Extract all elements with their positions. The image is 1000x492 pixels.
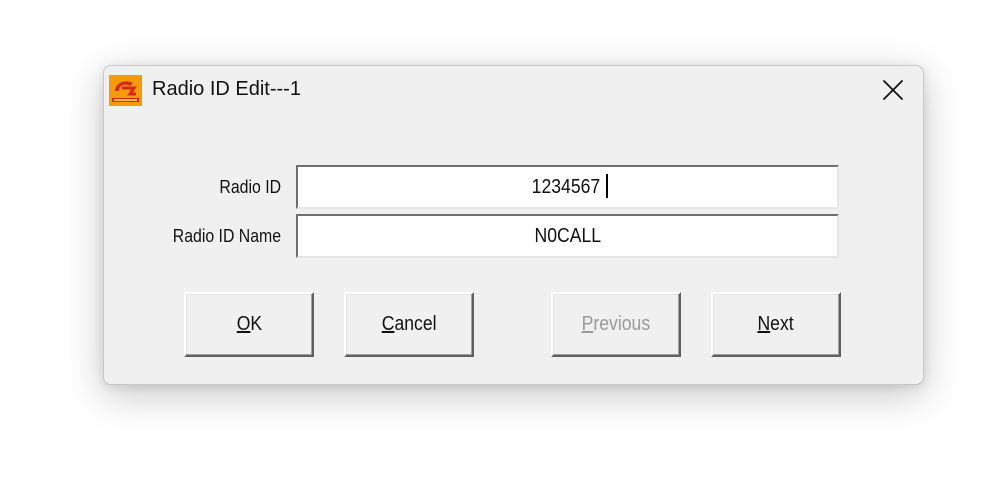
radio-id-label: Radio ID xyxy=(219,177,281,197)
next-label-rest: ext xyxy=(770,313,795,335)
next-mnemonic: N xyxy=(757,313,771,335)
close-button[interactable] xyxy=(865,66,923,116)
cancel-mnemonic: C xyxy=(381,313,395,335)
dialog-title: Radio ID Edit---1 xyxy=(152,78,301,100)
radio-id-name-label: Radio ID Name xyxy=(172,226,281,246)
radio-id-name-input[interactable]: N0CALL xyxy=(296,214,839,258)
previous-label-rest: revious xyxy=(593,313,651,335)
close-icon xyxy=(883,80,903,100)
title-bar[interactable]: Radio ID Edit---1 xyxy=(104,66,923,116)
cancel-button[interactable]: Cancel xyxy=(344,292,474,357)
text-caret xyxy=(605,174,608,199)
radio-id-value: 1234567 xyxy=(531,176,601,198)
radio-id-name-value: N0CALL xyxy=(534,225,601,247)
radio-id-input[interactable]: 1234567 xyxy=(296,165,839,209)
ok-mnemonic: O xyxy=(236,313,250,335)
app-logo-icon xyxy=(109,75,142,106)
radio-id-edit-dialog: Radio ID Edit---1 Radio ID 1234567 Radio… xyxy=(103,65,924,385)
ok-button[interactable]: OK xyxy=(184,292,314,357)
ok-label-rest: K xyxy=(249,313,262,335)
previous-button[interactable]: Previous xyxy=(551,292,681,357)
next-button[interactable]: Next xyxy=(711,292,841,357)
previous-mnemonic: P xyxy=(581,313,594,335)
cancel-label-rest: ancel xyxy=(394,313,437,335)
